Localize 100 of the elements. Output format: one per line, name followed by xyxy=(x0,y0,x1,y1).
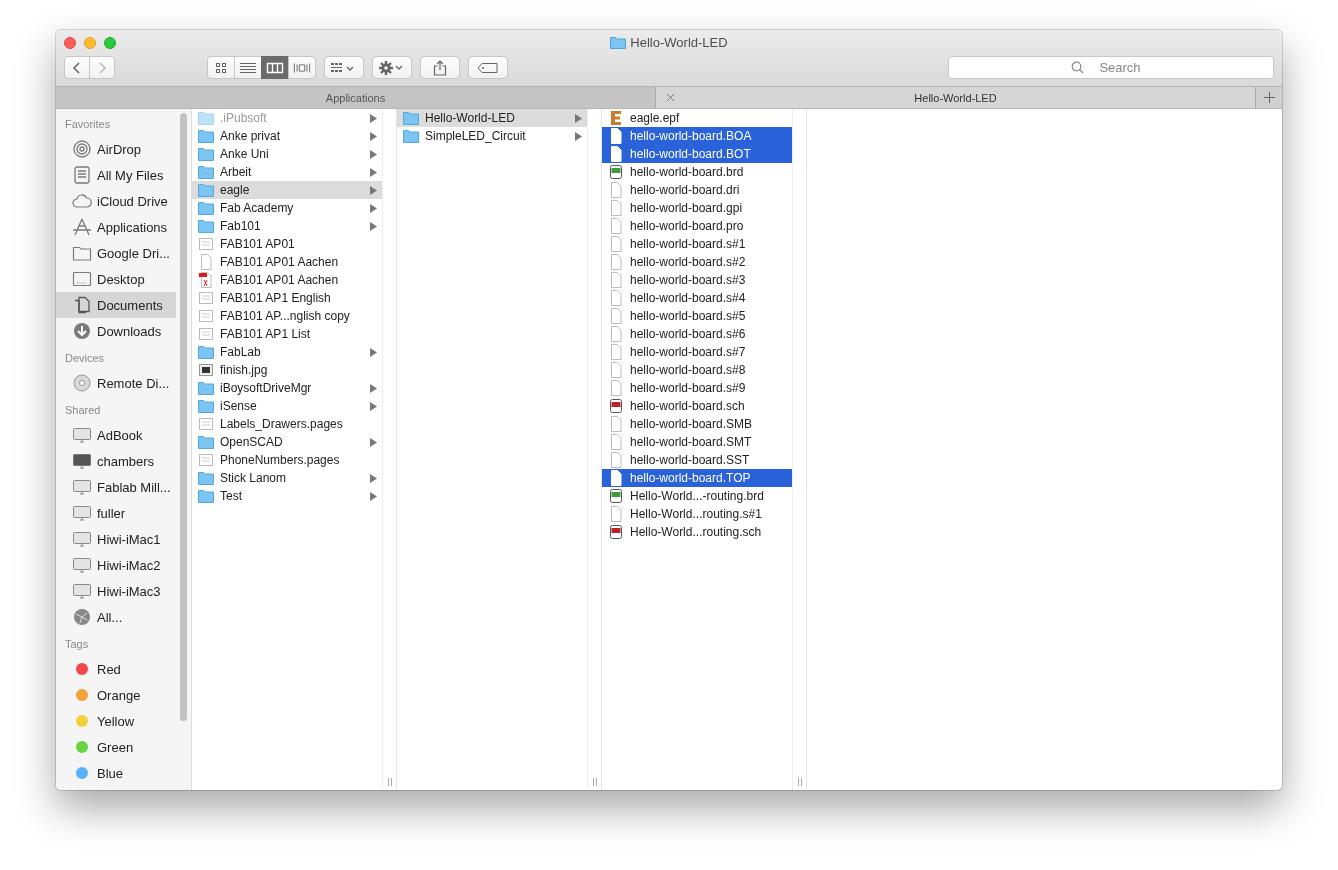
search-field[interactable]: Search xyxy=(948,56,1274,79)
file-row[interactable]: hello-world-board.s#5 xyxy=(602,307,792,325)
settings-button[interactable] xyxy=(372,56,412,79)
file-row[interactable]: hello-world-board.brd xyxy=(602,163,792,181)
back-button[interactable] xyxy=(64,56,90,79)
file-row[interactable]: hello-world-board.s#7 xyxy=(602,343,792,361)
file-row[interactable]: hello-world-board.SMB xyxy=(602,415,792,433)
file-row[interactable]: eagle xyxy=(192,181,382,199)
sidebar-label: AirDrop xyxy=(97,141,142,157)
file-row[interactable]: hello-world-board.pro xyxy=(602,217,792,235)
file-row[interactable]: hello-world-board.s#8 xyxy=(602,361,792,379)
file-row[interactable]: Arbeit xyxy=(192,163,382,181)
file-name: Labels_Drawers.pages xyxy=(220,417,344,431)
sidebar-item[interactable]: Orange xyxy=(56,682,176,708)
sidebar-item[interactable]: All My Files xyxy=(56,162,176,188)
file-row[interactable]: hello-world-board.sch xyxy=(602,397,792,415)
file-row[interactable]: Fab Academy xyxy=(192,199,382,217)
file-icon xyxy=(608,182,624,198)
file-row[interactable]: hello-world-board.s#6 xyxy=(602,325,792,343)
file-row[interactable]: hello-world-board.SST xyxy=(602,451,792,469)
sidebar-label: Applications xyxy=(97,219,168,235)
sidebar-item[interactable]: Green xyxy=(56,734,176,760)
file-row[interactable]: iSense xyxy=(192,397,382,415)
cover-flow-button[interactable] xyxy=(288,56,316,79)
desktop-icon xyxy=(72,270,92,288)
file-row[interactable]: Labels_Drawers.pages xyxy=(192,415,382,433)
file-name: hello-world-board.s#7 xyxy=(630,345,747,359)
sidebar-item[interactable]: chambers xyxy=(56,448,176,474)
close-tab-icon[interactable] xyxy=(666,93,675,102)
file-row[interactable]: FAB101 AP01 Aachen xyxy=(192,271,382,289)
file-row[interactable]: hello-world-board.gpi xyxy=(602,199,792,217)
file-row[interactable]: OpenSCAD xyxy=(192,433,382,451)
file-row[interactable]: Hello-World...-routing.brd xyxy=(602,487,792,505)
file-row[interactable]: Test xyxy=(192,487,382,505)
file-row[interactable]: hello-world-board.s#2 xyxy=(602,253,792,271)
file-row[interactable]: FabLab xyxy=(192,343,382,361)
file-icon xyxy=(608,344,624,360)
file-row[interactable]: hello-world-board.s#1 xyxy=(602,235,792,253)
file-row[interactable]: PhoneNumbers.pages xyxy=(192,451,382,469)
sidebar-item[interactable]: iCloud Drive xyxy=(56,188,176,214)
file-row[interactable]: Hello-World...routing.sch xyxy=(602,523,792,541)
tab[interactable]: Hello-World-LED xyxy=(656,87,1256,108)
sidebar-item[interactable]: Applications xyxy=(56,214,176,240)
sidebar-item[interactable]: Google Dri... xyxy=(56,240,176,266)
column-resize-handle-icon[interactable] xyxy=(386,778,393,786)
sidebar-item[interactable]: Documents xyxy=(56,292,176,318)
file-row[interactable]: FAB101 AP1 English xyxy=(192,289,382,307)
file-row[interactable]: eagle.epf xyxy=(602,109,792,127)
file-row[interactable]: hello-world-board.s#3 xyxy=(602,271,792,289)
sidebar-item[interactable]: Hiwi-iMac2 xyxy=(56,552,176,578)
file-name: hello-world-board.SMB xyxy=(630,417,754,431)
forward-button[interactable] xyxy=(89,56,115,79)
sidebar-item[interactable]: Yellow xyxy=(56,708,176,734)
column-resize-handle-icon[interactable] xyxy=(591,778,598,786)
file-row[interactable]: Stick Lanom xyxy=(192,469,382,487)
new-tab-button[interactable] xyxy=(1256,87,1282,108)
file-row[interactable]: hello-world-board.BOA xyxy=(602,127,792,145)
file-row[interactable]: SimpleLED_Circuit xyxy=(397,127,587,145)
minimize-button[interactable] xyxy=(84,37,96,49)
scrollbar[interactable] xyxy=(180,113,187,721)
sidebar-item[interactable]: Desktop xyxy=(56,266,176,292)
file-row[interactable]: hello-world-board.BOT xyxy=(602,145,792,163)
sidebar-item[interactable]: Red xyxy=(56,656,176,682)
sidebar-item[interactable]: fuller xyxy=(56,500,176,526)
file-row[interactable]: hello-world-board.s#4 xyxy=(602,289,792,307)
column-resize-handle-icon[interactable] xyxy=(796,778,803,786)
file-row[interactable]: Anke Uni xyxy=(192,145,382,163)
sidebar-item[interactable]: Downloads xyxy=(56,318,176,344)
file-row[interactable]: Hello-World-LED xyxy=(397,109,587,127)
file-icon xyxy=(608,470,624,486)
sidebar-item[interactable]: Blue xyxy=(56,760,176,786)
column-view-button[interactable] xyxy=(261,56,289,79)
tag-button[interactable] xyxy=(468,56,508,79)
sidebar-item[interactable]: Remote Di... xyxy=(56,370,176,396)
file-row[interactable]: FAB101 AP...nglish copy xyxy=(192,307,382,325)
icon-view-button[interactable] xyxy=(207,56,235,79)
file-row[interactable]: FAB101 AP01 Aachen xyxy=(192,253,382,271)
sidebar-item[interactable]: AirDrop xyxy=(56,136,176,162)
sidebar-item[interactable]: AdBook xyxy=(56,422,176,448)
file-row[interactable]: FAB101 AP1 List xyxy=(192,325,382,343)
file-row[interactable]: hello-world-board.SMT xyxy=(602,433,792,451)
share-button[interactable] xyxy=(420,56,460,79)
file-row[interactable]: iBoysoftDriveMgr xyxy=(192,379,382,397)
file-row[interactable]: FAB101 AP01 xyxy=(192,235,382,253)
file-row[interactable]: finish.jpg xyxy=(192,361,382,379)
file-row[interactable]: hello-world-board.TOP xyxy=(602,469,792,487)
zoom-button[interactable] xyxy=(104,37,116,49)
sidebar-item[interactable]: Hiwi-iMac1 xyxy=(56,526,176,552)
list-view-button[interactable] xyxy=(234,56,262,79)
file-row[interactable]: Anke privat xyxy=(192,127,382,145)
file-row[interactable]: Hello-World...routing.s#1 xyxy=(602,505,792,523)
grid-icon xyxy=(214,61,228,74)
sidebar-item[interactable]: Fablab Mill... xyxy=(56,474,176,500)
file-row[interactable]: hello-world-board.dri xyxy=(602,181,792,199)
file-row[interactable]: Fab101 xyxy=(192,217,382,235)
arrange-button[interactable] xyxy=(324,56,364,79)
file-row[interactable]: hello-world-board.s#9 xyxy=(602,379,792,397)
sidebar-item[interactable]: Hiwi-iMac3 xyxy=(56,578,176,604)
close-button[interactable] xyxy=(64,37,76,49)
sidebar-item[interactable]: All... xyxy=(56,604,176,630)
